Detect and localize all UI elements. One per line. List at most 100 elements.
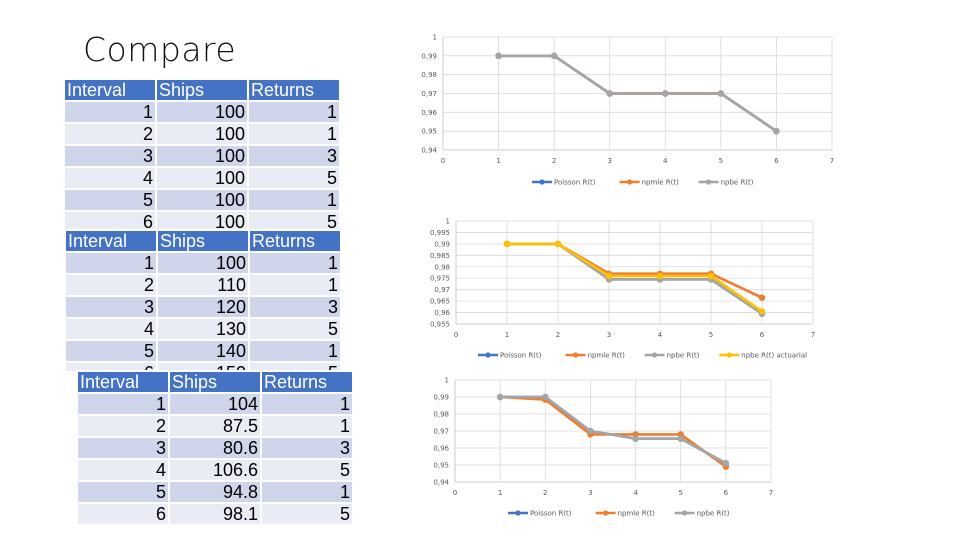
legend-item: npbe R(t) (698, 179, 754, 187)
data-point (632, 435, 639, 442)
x-tick-label: 3 (607, 331, 611, 339)
y-tick-label: 0,95 (421, 128, 437, 136)
y-tick-label: 1 (433, 34, 437, 42)
x-tick-label: 4 (658, 331, 663, 339)
x-tick-label: 2 (543, 489, 547, 497)
x-tick-label: 2 (556, 331, 560, 339)
x-tick-label: 2 (552, 157, 556, 165)
y-tick-label: 0,96 (434, 309, 450, 317)
legend-item: npbe R(t) (674, 510, 730, 518)
y-tick-label: 1 (446, 218, 450, 226)
x-tick-label: 4 (633, 489, 638, 497)
y-tick-label: 0,965 (430, 298, 450, 306)
legend-label: Poisson R(t) (554, 179, 596, 187)
x-tick-label: 6 (774, 157, 779, 165)
x-tick-label: 7 (830, 157, 834, 165)
y-tick-label: 0,99 (421, 52, 437, 60)
y-tick-label: 0,975 (430, 275, 450, 283)
legend-label: npmle R(t) (642, 179, 680, 187)
legend-swatch-marker (652, 352, 658, 358)
legend-label: npbe R(t) (667, 352, 700, 360)
y-tick-label: 0,94 (433, 479, 449, 487)
line-charts: 0,94 0,95 0,96 0,97 0,98 0,99 1 0 1 2 3 4 5 6 7 Poisson… (421, 34, 834, 518)
legend-item: npmle R(t) (595, 510, 656, 518)
x-tick-label: 0 (454, 331, 458, 339)
x-tick-label: 6 (760, 331, 765, 339)
y-tick-label: 0,99 (433, 394, 449, 402)
series-line-npbe-r-t- (500, 395, 727, 465)
x-tick-label: 0 (453, 489, 457, 497)
x-tick-label: 5 (719, 157, 723, 165)
y-tick-label: 0,96 (421, 109, 437, 117)
data-point (662, 90, 669, 97)
x-tick-label: 7 (769, 489, 773, 497)
legend-item: Poisson R(t) (532, 179, 596, 187)
legend-label: npbe R(t) (697, 510, 730, 518)
data-point (542, 393, 549, 401)
data-point (677, 435, 684, 442)
data-point (496, 393, 504, 401)
legend-item: npmle R(t) (565, 352, 626, 360)
data-point (554, 240, 562, 248)
y-tick-label: 0,98 (421, 71, 437, 79)
legend-item: npbe R(t) (644, 352, 700, 360)
data-point (758, 294, 766, 301)
y-tick-label: 0,97 (421, 90, 437, 98)
y-tick-label: 1 (445, 377, 449, 385)
data-point (707, 272, 715, 280)
data-point (758, 308, 766, 315)
y-tick-label: 0,94 (421, 147, 437, 155)
legend-swatch-marker (682, 510, 688, 516)
x-tick-label: 1 (498, 489, 502, 497)
chart-3: 0,94 0,95 0,96 0,97 0,98 0,99 1 0 1 2 3 4 5 6 7 Poisson… (433, 377, 773, 518)
x-tick-label: 6 (724, 489, 729, 497)
series-line-poisson-r-t- (500, 395, 727, 465)
x-tick-label: 1 (505, 331, 509, 339)
data-point (773, 127, 780, 135)
data-point (656, 272, 664, 280)
legend-label: npmle R(t) (588, 352, 626, 360)
legend-swatch-marker (485, 352, 491, 358)
legend-label: Poisson R(t) (500, 352, 542, 360)
chart-1: 0,94 0,95 0,96 0,97 0,98 0,99 1 0 1 2 3 4 5 6 7 Poisson… (421, 34, 834, 187)
x-tick-label: 3 (607, 157, 611, 165)
chart-2: 0,955 0,96 0,965 0,97 0,975 0,98 0,985 0,99 0,99… (430, 218, 815, 360)
x-tick-label: 4 (663, 157, 668, 165)
legend-item: Poisson R(t) (478, 352, 542, 360)
x-tick-label: 1 (496, 157, 500, 165)
y-tick-label: 0,98 (434, 263, 450, 271)
legend-label: npbe R(t) actuarial (741, 352, 807, 360)
legend-swatch-marker (573, 352, 579, 358)
x-tick-label: 5 (709, 331, 713, 339)
legend-swatch-marker (539, 179, 545, 185)
y-tick-label: 0,955 (430, 321, 450, 329)
data-point (717, 90, 725, 97)
legend-label: npmle R(t) (618, 510, 656, 518)
x-tick-label: 7 (811, 331, 815, 339)
x-tick-label: 5 (678, 489, 682, 497)
legend-swatch-marker (603, 510, 609, 516)
legend-item: Poisson R(t) (508, 510, 572, 518)
legend-label: Poisson R(t) (530, 510, 572, 518)
data-point (587, 427, 594, 435)
legend-item: npmle R(t) (619, 179, 680, 187)
data-point (495, 52, 502, 60)
legend-label: npbe R(t) (721, 179, 754, 187)
data-point (606, 90, 613, 97)
y-tick-label: 0,95 (433, 462, 449, 470)
data-point (605, 272, 613, 280)
y-tick-label: 0,98 (433, 411, 449, 419)
legend-swatch-marker (726, 352, 732, 358)
y-tick-label: 0,96 (433, 445, 449, 453)
legend-item: npbe R(t) actuarial (719, 352, 807, 360)
y-tick-label: 0,995 (430, 229, 450, 237)
y-tick-label: 0,97 (434, 286, 450, 294)
series-line-npmle-r-t- (500, 395, 727, 468)
x-tick-label: 0 (441, 157, 445, 165)
legend-swatch-marker (627, 179, 633, 185)
y-tick-label: 0,985 (430, 252, 450, 260)
legend-swatch-marker (706, 179, 712, 185)
data-point (722, 460, 730, 467)
y-tick-label: 0,99 (434, 240, 450, 248)
legend-swatch-marker (515, 510, 521, 516)
